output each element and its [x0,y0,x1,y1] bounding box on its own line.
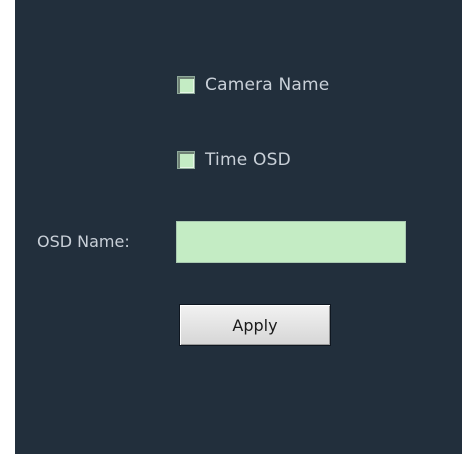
camera-name-label: Camera Name [205,75,330,95]
osd-name-input[interactable] [176,221,406,263]
camera-name-option[interactable]: Camera Name [177,75,329,95]
time-osd-checkbox[interactable] [177,151,195,169]
osd-settings-panel: Camera Name Time OSD OSD Name: Apply [15,0,462,454]
time-osd-option[interactable]: Time OSD [177,150,291,170]
osd-name-label: OSD Name: [37,232,130,251]
time-osd-label: Time OSD [205,150,291,170]
apply-button[interactable]: Apply [179,304,331,346]
camera-name-checkbox[interactable] [177,76,195,94]
